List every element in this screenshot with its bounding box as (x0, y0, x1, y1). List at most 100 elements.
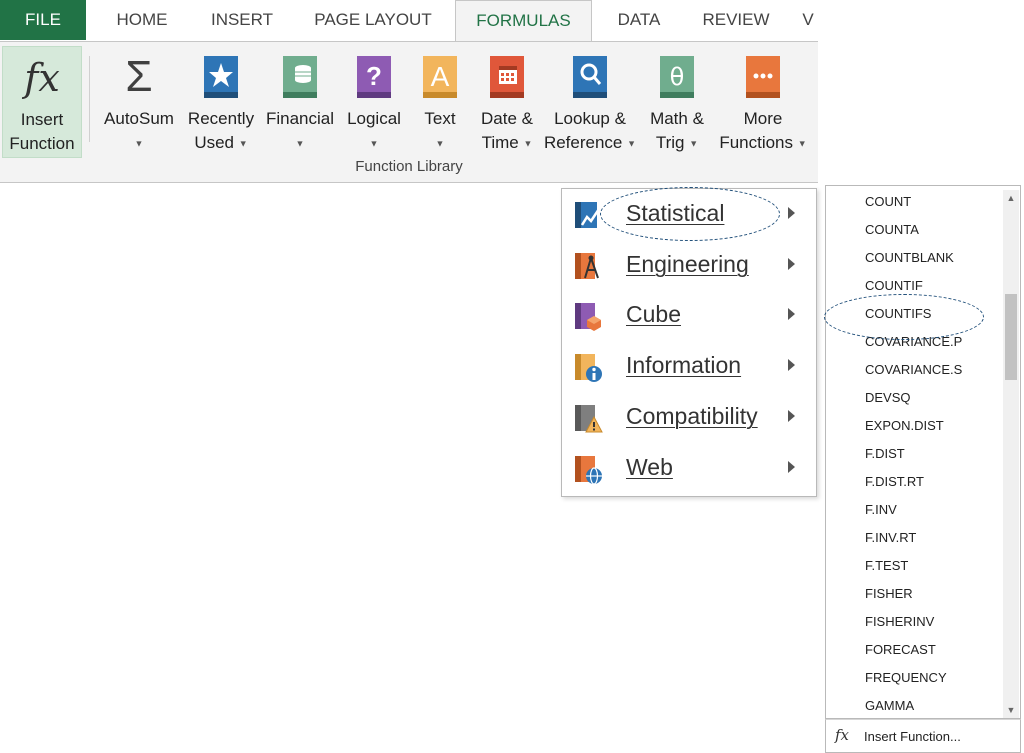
scroll-down-icon[interactable]: ▼ (1003, 702, 1019, 718)
star-book-icon (204, 56, 238, 98)
dropdown-caret-icon: ▼ (134, 138, 144, 149)
function-library-group-label: Function Library (355, 158, 463, 175)
menu-item-web[interactable]: Web (562, 445, 816, 491)
statistical-function-list: COUNT COUNTA COUNTBLANK COUNTIF COUNTIFS… (825, 185, 1021, 719)
question-book-icon: ? (357, 56, 391, 98)
menu-item-compatibility[interactable]: Compatibility (562, 394, 816, 440)
menu-item-information[interactable]: Information (562, 343, 816, 389)
tab-formulas[interactable]: FORMULAS (455, 0, 592, 42)
menu-item-information-label: Information (626, 352, 742, 378)
more-functions-label-2: Functions (719, 133, 794, 152)
date-time-label-2: Time (481, 133, 519, 152)
tab-page-layout[interactable]: PAGE LAYOUT (300, 0, 446, 40)
function-item-f-dist[interactable]: F.DIST (865, 446, 905, 461)
function-item-f-inv[interactable]: F.INV (865, 502, 897, 517)
function-item-devsq[interactable]: DEVSQ (865, 390, 911, 405)
ribbon-formulas: fx Insert Function Σ AutoSum ▼ Recently Use… (0, 41, 818, 183)
tab-insert[interactable]: INSERT (198, 0, 286, 40)
insert-function-menu-item[interactable]: fx Insert Function... (825, 719, 1021, 753)
insert-function-button[interactable]: fx Insert Function (2, 46, 82, 158)
dropdown-caret-icon: ▼ (238, 138, 248, 149)
scrollbar-thumb[interactable] (1005, 294, 1017, 380)
function-item-countblank[interactable]: COUNTBLANK (865, 250, 954, 265)
tab-view-clipped[interactable]: V (798, 0, 818, 40)
text-label: Text (424, 109, 456, 128)
ellipsis-book-icon (746, 56, 780, 98)
function-item-fisher[interactable]: FISHER (865, 586, 913, 601)
function-list-scrollbar[interactable]: ▲ ▼ (1003, 190, 1019, 718)
more-functions-menu: Statistical Engineering Cube Information… (561, 188, 817, 497)
logical-button[interactable]: ? Logical ▼ (341, 46, 407, 158)
tab-review[interactable]: REVIEW (688, 0, 784, 40)
calendar-book-icon (490, 56, 524, 98)
math-trig-button[interactable]: θ Math & Trig ▼ (640, 46, 714, 158)
fx-icon: fx (24, 56, 60, 100)
tab-data[interactable]: DATA (604, 0, 674, 40)
menu-item-statistical[interactable]: Statistical (562, 191, 816, 237)
submenu-arrow-icon (788, 461, 795, 473)
function-item-f-test[interactable]: F.TEST (865, 558, 908, 573)
function-item-f-dist-rt[interactable]: F.DIST.RT (865, 474, 924, 489)
recently-used-button[interactable]: Recently Used ▼ (183, 46, 259, 158)
cube-icon (575, 303, 601, 331)
function-item-countifs[interactable]: COUNTIFS (865, 306, 931, 321)
function-item-f-inv-rt[interactable]: F.INV.RT (865, 530, 916, 545)
menu-item-cube[interactable]: Cube (562, 292, 816, 338)
ribbon-separator (89, 56, 90, 142)
lookup-label-2: Reference (543, 133, 623, 152)
dropdown-caret-icon: ▼ (797, 138, 807, 149)
logical-label: Logical (347, 109, 401, 128)
recently-used-label-2: Used (194, 133, 235, 152)
scroll-up-icon[interactable]: ▲ (1003, 190, 1019, 206)
svg-text:A: A (431, 61, 450, 92)
date-time-button[interactable]: Date & Time ▼ (472, 46, 542, 158)
engineering-icon (575, 253, 599, 279)
function-item-frequency[interactable]: FREQUENCY (865, 670, 947, 685)
submenu-arrow-icon (788, 308, 795, 320)
tab-file[interactable]: FILE (0, 0, 86, 40)
function-item-covariance-s[interactable]: COVARIANCE.S (865, 362, 962, 377)
function-item-gamma[interactable]: GAMMA (865, 698, 914, 713)
menu-item-engineering[interactable]: Engineering (562, 242, 816, 288)
autosum-button[interactable]: Σ AutoSum ▼ (97, 46, 181, 158)
compatibility-warning-icon (575, 405, 603, 433)
menu-item-web-label: Web (626, 454, 673, 480)
math-label-2: Trig (655, 133, 685, 152)
submenu-arrow-icon (788, 207, 795, 219)
tab-home[interactable]: HOME (97, 0, 187, 40)
function-item-covariance-p[interactable]: COVARIANCE.P (865, 334, 962, 349)
function-item-count[interactable]: COUNT (865, 194, 911, 209)
submenu-arrow-icon (788, 258, 795, 270)
function-item-forecast[interactable]: FORECAST (865, 642, 936, 657)
function-item-countif[interactable]: COUNTIF (865, 278, 923, 293)
function-item-fisherinv[interactable]: FISHERINV (865, 614, 934, 629)
more-functions-button[interactable]: More Functions ▼ (714, 46, 812, 158)
dropdown-caret-icon: ▼ (295, 138, 305, 149)
magnifier-book-icon (573, 56, 607, 98)
svg-text:θ: θ (670, 63, 685, 91)
recently-used-label-1: Recently (187, 109, 255, 128)
submenu-arrow-icon (788, 410, 795, 422)
letter-a-book-icon: A (423, 56, 457, 98)
svg-text:?: ? (366, 61, 382, 91)
financial-button[interactable]: Financial ▼ (261, 46, 339, 158)
dropdown-caret-icon: ▼ (627, 138, 637, 149)
text-button[interactable]: A Text ▼ (414, 46, 466, 158)
insert-function-label-2: Function (9, 134, 75, 153)
menu-item-engineering-label: Engineering (626, 251, 749, 277)
insert-function-label-1: Insert (20, 110, 64, 129)
dropdown-caret-icon: ▼ (369, 138, 379, 149)
menu-item-statistical-label: Statistical (626, 200, 725, 226)
web-globe-icon (575, 456, 602, 485)
coins-book-icon (283, 56, 317, 98)
insert-function-menu-label: Insert Function... (864, 729, 961, 744)
theta-book-icon: θ (660, 56, 694, 98)
function-item-counta[interactable]: COUNTA (865, 222, 919, 237)
date-time-label-1: Date & (481, 109, 533, 128)
fx-icon: fx (835, 726, 850, 744)
sigma-icon: Σ (125, 52, 153, 101)
lookup-label-1: Lookup & (554, 109, 626, 128)
menu-item-compatibility-label: Compatibility (626, 403, 758, 429)
lookup-reference-button[interactable]: Lookup & Reference ▼ (542, 46, 638, 158)
function-item-expon-dist[interactable]: EXPON.DIST (865, 418, 944, 433)
